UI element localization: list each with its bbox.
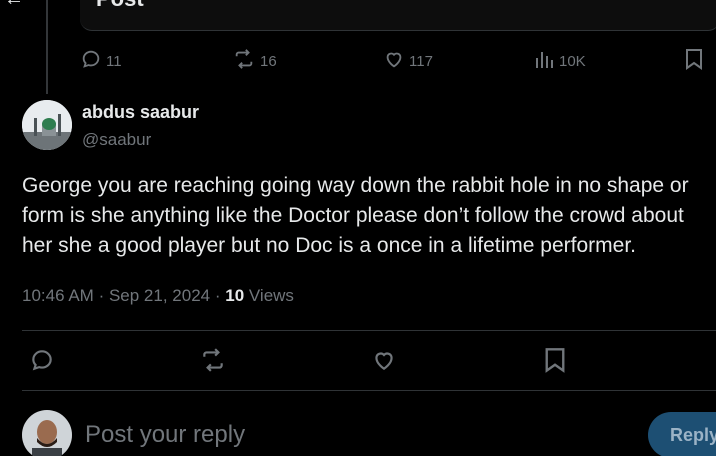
bookmark-icon[interactable] [543, 347, 567, 378]
parent-reply-button[interactable]: 11 [80, 48, 122, 75]
tweet-text-line: form is she anything like the Doctor ple… [22, 204, 684, 227]
parent-repost-button[interactable]: 16 [232, 48, 277, 75]
views-icon [535, 48, 555, 75]
parent-like-button[interactable]: 117 [383, 48, 433, 75]
repost-icon[interactable] [199, 347, 227, 378]
reply-button[interactable]: Reply [648, 412, 716, 456]
tweet-meta: 10:46 AM · Sep 21, 2024 · 10 Views [22, 286, 294, 306]
divider [22, 330, 716, 331]
reply-count: 11 [106, 53, 122, 70]
page-title: Post [96, 0, 144, 12]
reply-input[interactable]: Post your reply [85, 421, 245, 449]
divider [22, 390, 716, 391]
thread-connector-line [46, 0, 48, 94]
tweet-time[interactable]: 10:46 AM [22, 286, 94, 305]
reply-icon[interactable] [29, 347, 55, 378]
author-name[interactable]: abdus saabur [82, 102, 199, 123]
parent-bookmark-button[interactable] [684, 48, 704, 75]
reply-icon [80, 48, 102, 75]
repost-count: 16 [260, 53, 277, 70]
bookmark-icon [684, 48, 704, 75]
header-bar [80, 0, 716, 31]
tweet-views-label: Views [248, 286, 294, 305]
tweet-text: George you are reaching going way down t… [22, 171, 716, 261]
meta-separator: · [214, 286, 226, 305]
meta-separator: · [98, 286, 109, 305]
tweet-text-line: George you are reaching going way down t… [22, 174, 689, 197]
parent-views-button[interactable]: 10K [535, 48, 586, 75]
user-avatar[interactable] [22, 410, 72, 456]
tweet-text-line: her she a good player but no Doc is a on… [22, 234, 637, 257]
like-icon[interactable] [371, 347, 397, 378]
repost-icon [232, 48, 256, 75]
arrow-left-icon[interactable]: ← [4, 0, 24, 11]
tweet-date[interactable]: Sep 21, 2024 [109, 286, 210, 305]
like-icon [383, 48, 405, 75]
author-avatar[interactable] [22, 100, 72, 150]
like-count: 117 [409, 53, 433, 70]
tweet-views-count: 10 [225, 286, 245, 305]
author-handle[interactable]: @saabur [82, 130, 151, 150]
views-count: 10K [559, 53, 586, 70]
